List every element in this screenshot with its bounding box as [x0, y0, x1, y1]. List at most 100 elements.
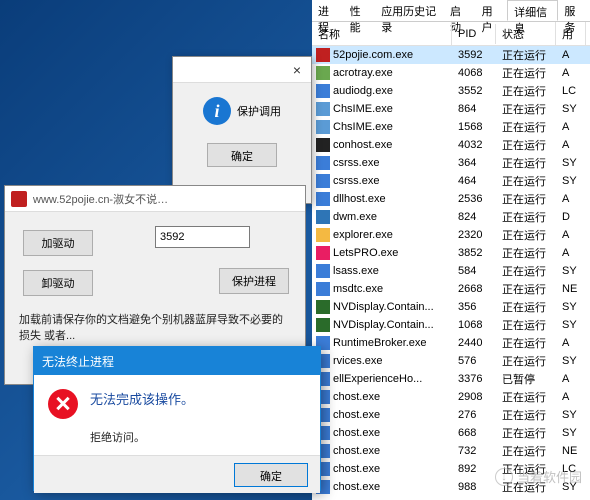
task-manager-columns: 名称 PID 状态 用 — [312, 22, 590, 46]
process-user: A — [556, 373, 586, 385]
process-row[interactable]: ChsIME.exe1568正在运行A — [312, 118, 590, 136]
process-row[interactable]: chost.exe276正在运行SY — [312, 406, 590, 424]
warning-message: 加载前请保存你的文档避免个别机器蓝屏导致不必要的损失 或者... — [19, 312, 291, 344]
process-user: SY — [556, 301, 586, 313]
process-row[interactable]: explorer.exe2320正在运行A — [312, 226, 590, 244]
tab-1[interactable]: 性能 — [344, 0, 376, 21]
process-row[interactable]: lsass.exe584正在运行SY — [312, 262, 590, 280]
process-user: NE — [556, 445, 586, 457]
process-icon — [316, 48, 330, 62]
process-name: audiodg.exe — [333, 85, 452, 97]
process-status: 正在运行 — [496, 119, 556, 135]
process-row[interactable]: conhost.exe4032正在运行A — [312, 136, 590, 154]
process-row[interactable]: chost.exe668正在运行SY — [312, 424, 590, 442]
process-user: SY — [556, 319, 586, 331]
process-row[interactable]: msdtc.exe2668正在运行NE — [312, 280, 590, 298]
process-name: ellExperienceHo... — [333, 373, 452, 385]
process-icon — [316, 282, 330, 296]
process-row[interactable]: NVDisplay.Contain...356正在运行SY — [312, 298, 590, 316]
watermark: ↓ 当着软件园 — [495, 467, 582, 486]
process-status: 正在运行 — [496, 155, 556, 171]
process-row[interactable]: LetsPRO.exe3852正在运行A — [312, 244, 590, 262]
process-row[interactable]: rvices.exe576正在运行SY — [312, 352, 590, 370]
process-pid: 3592 — [452, 49, 496, 61]
task-manager-panel: 进程性能应用历史记录启动用户详细信息服务 名称 PID 状态 用 52pojie… — [312, 0, 590, 500]
close-icon[interactable]: × — [287, 62, 307, 78]
process-row[interactable]: csrss.exe464正在运行SY — [312, 172, 590, 190]
process-status: 正在运行 — [496, 353, 556, 369]
process-pid: 584 — [452, 265, 496, 277]
process-name: conhost.exe — [333, 139, 452, 151]
process-row[interactable]: chost.exe2908正在运行A — [312, 388, 590, 406]
process-row[interactable]: dwm.exe824正在运行D — [312, 208, 590, 226]
process-pid: 576 — [452, 355, 496, 367]
process-status: 正在运行 — [496, 101, 556, 117]
col-pid[interactable]: PID — [452, 24, 496, 44]
process-row[interactable]: dllhost.exe2536正在运行A — [312, 190, 590, 208]
tab-5[interactable]: 详细信息 — [507, 0, 558, 21]
process-pid: 988 — [452, 481, 496, 493]
process-status: 正在运行 — [496, 389, 556, 405]
process-row[interactable]: chost.exe732正在运行NE — [312, 442, 590, 460]
process-row[interactable]: RuntimeBroker.exe2440正在运行A — [312, 334, 590, 352]
process-row[interactable]: acrotray.exe4068正在运行A — [312, 64, 590, 82]
info-ok-button[interactable]: 确定 — [207, 143, 277, 167]
add-driver-button[interactable]: 加驱动 — [23, 230, 93, 256]
process-name: NVDisplay.Contain... — [333, 319, 452, 331]
main-window-titlebar: www.52pojie.cn-淑女不说… — [5, 186, 305, 212]
process-name: dllhost.exe — [333, 193, 452, 205]
process-icon — [316, 66, 330, 80]
app-icon — [11, 191, 27, 207]
error-icon — [48, 389, 78, 419]
process-user: NE — [556, 283, 586, 295]
error-dialog: 无法终止进程 无法完成该操作。 拒绝访问。 确定 — [33, 346, 321, 491]
process-user: A — [556, 337, 586, 349]
process-name: chost.exe — [333, 481, 452, 493]
tab-2[interactable]: 应用历史记录 — [375, 0, 444, 21]
process-user: A — [556, 193, 586, 205]
tab-0[interactable]: 进程 — [312, 0, 344, 21]
process-name: csrss.exe — [333, 157, 452, 169]
process-icon — [316, 156, 330, 170]
process-row[interactable]: ChsIME.exe864正在运行SY — [312, 100, 590, 118]
process-icon — [316, 210, 330, 224]
info-text: 保护调用 — [237, 103, 281, 119]
process-row[interactable]: csrss.exe364正在运行SY — [312, 154, 590, 172]
process-status: 正在运行 — [496, 65, 556, 81]
info-icon: i — [203, 97, 231, 125]
error-main-text: 无法完成该操作。 — [90, 389, 194, 408]
process-pid: 4032 — [452, 139, 496, 151]
process-row[interactable]: 52pojie.com.exe3592正在运行A — [312, 46, 590, 64]
process-user: SY — [556, 175, 586, 187]
tab-3[interactable]: 启动 — [444, 0, 476, 21]
watermark-icon: ↓ — [495, 468, 513, 486]
col-status[interactable]: 状态 — [496, 22, 556, 46]
process-status: 正在运行 — [496, 191, 556, 207]
process-name: ChsIME.exe — [333, 103, 452, 115]
process-pid: 276 — [452, 409, 496, 421]
remove-driver-button[interactable]: 卸驱动 — [23, 270, 93, 296]
process-icon — [316, 192, 330, 206]
error-ok-button[interactable]: 确定 — [234, 463, 308, 487]
main-window-title: www.52pojie.cn-淑女不说… — [33, 191, 168, 207]
protect-process-button[interactable]: 保护进程 — [219, 268, 289, 294]
process-pid: 2668 — [452, 283, 496, 295]
col-user[interactable]: 用 — [556, 22, 586, 46]
process-row[interactable]: audiodg.exe3552正在运行LC — [312, 82, 590, 100]
process-user: A — [556, 67, 586, 79]
col-name[interactable]: 名称 — [312, 22, 452, 46]
process-row[interactable]: NVDisplay.Contain...1068正在运行SY — [312, 316, 590, 334]
pid-input[interactable] — [155, 226, 250, 248]
process-status: 正在运行 — [496, 263, 556, 279]
process-name: chost.exe — [333, 445, 452, 457]
process-pid: 356 — [452, 301, 496, 313]
tab-4[interactable]: 用户 — [476, 0, 508, 21]
process-pid: 3852 — [452, 247, 496, 259]
process-name: 52pojie.com.exe — [333, 49, 452, 61]
process-pid: 4068 — [452, 67, 496, 79]
process-user: LC — [556, 85, 586, 97]
tab-6[interactable]: 服务 — [558, 0, 590, 21]
process-row[interactable]: ellExperienceHo...3376已暂停A — [312, 370, 590, 388]
process-status: 正在运行 — [496, 335, 556, 351]
process-status: 正在运行 — [496, 173, 556, 189]
